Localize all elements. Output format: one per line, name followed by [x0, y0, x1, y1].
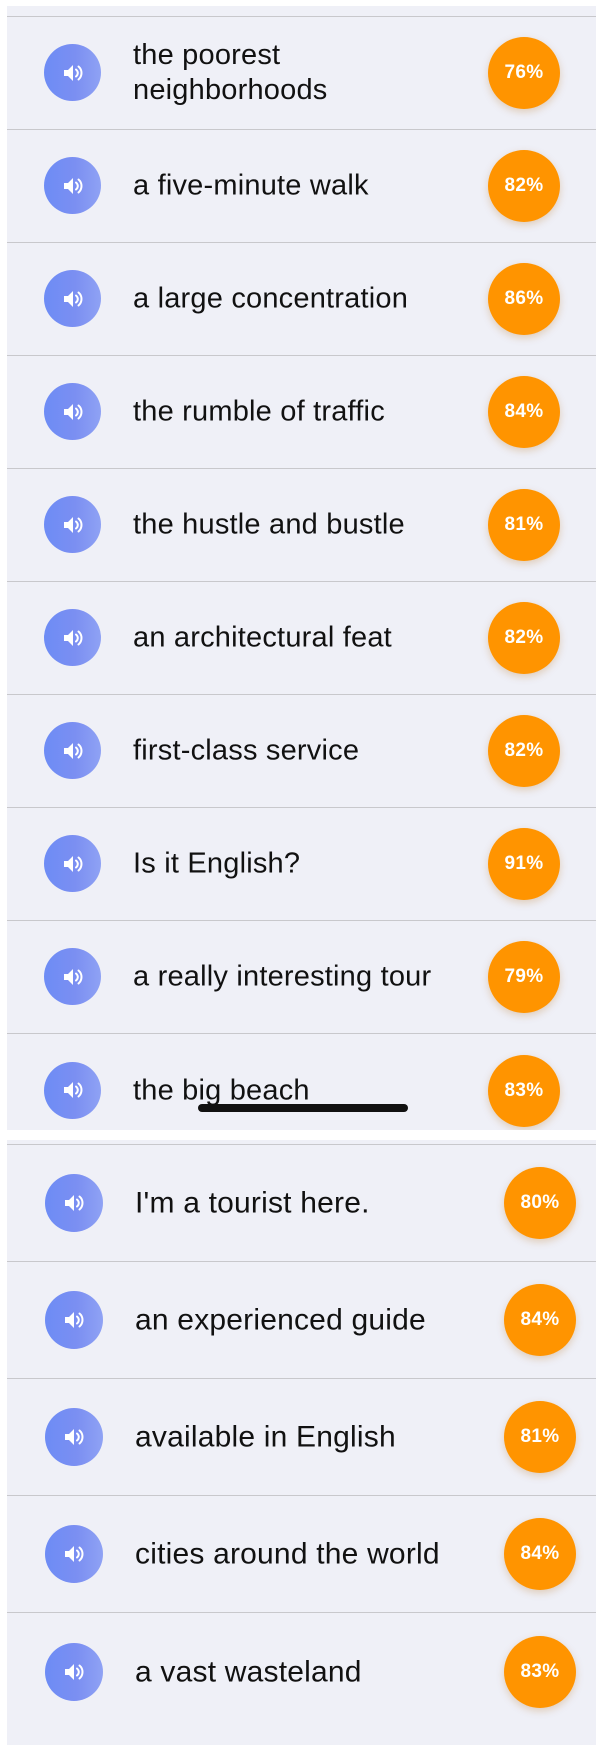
phrase-text: first-class service [133, 734, 360, 767]
play-audio-button[interactable] [45, 1174, 103, 1232]
play-audio-button[interactable] [45, 1408, 103, 1466]
score-badge: 82% [488, 602, 560, 674]
phrase-text: Is it English? [133, 847, 301, 880]
list-item[interactable]: the poorest neighborhoods 76% [7, 17, 596, 130]
speaker-volume-icon [63, 1082, 83, 1098]
speaker-volume-icon [63, 403, 83, 420]
score-badge: 76% [488, 37, 560, 109]
speaker-volume-icon [63, 290, 83, 307]
speaker-volume-icon [65, 1663, 84, 1680]
list-item[interactable]: a large concentration 86% [7, 243, 596, 356]
phrase-text: an experienced guide [135, 1303, 426, 1337]
phrase-text: a really interesting tour [133, 960, 432, 993]
speaker-volume-icon [63, 64, 83, 81]
list-item[interactable]: a really interesting tour 79% [7, 921, 596, 1034]
speaker-volume-icon [65, 1546, 84, 1562]
play-audio-button[interactable] [45, 1525, 103, 1583]
play-audio-button[interactable] [44, 157, 101, 214]
list-item[interactable]: an architectural feat 82% [7, 582, 596, 695]
speaker-volume-icon [65, 1312, 84, 1328]
score-badge: 79% [488, 941, 560, 1013]
speaker-volume-icon [63, 629, 83, 646]
list-item[interactable]: a vast wasteland 83% [7, 1613, 596, 1730]
phrase-text: a large concentration [133, 282, 409, 315]
phrase-text: cities around the world [135, 1537, 440, 1571]
list-item[interactable]: first-class service 82% [7, 695, 596, 808]
speaker-volume-icon [63, 177, 83, 194]
play-audio-button[interactable] [44, 835, 101, 892]
phrase-text: the big beach [133, 1074, 310, 1106]
speaker-volume-icon [63, 855, 83, 872]
list-item[interactable]: cities around the world 84% [7, 1496, 596, 1613]
phrase-list-top: the poorest neighborhoods 76% a five-min… [7, 6, 596, 1130]
play-audio-button[interactable] [44, 1061, 101, 1119]
score-badge: 91% [488, 828, 560, 900]
play-audio-button[interactable] [44, 270, 101, 327]
speaker-volume-icon [63, 516, 83, 533]
speaker-volume-icon [65, 1429, 84, 1445]
score-badge: 83% [488, 1054, 560, 1127]
phrase-list-bottom: I'm a tourist here. 80% an experienced g… [7, 1140, 596, 1745]
score-badge: 83% [504, 1635, 576, 1708]
list-item[interactable]: the rumble of traffic 84% [7, 356, 596, 469]
home-indicator[interactable] [198, 1104, 408, 1112]
speaker-volume-icon [65, 1195, 84, 1211]
phrase-text: an architectural feat [133, 621, 392, 654]
phrase-text: available in English [135, 1420, 396, 1454]
play-audio-button[interactable] [44, 496, 101, 553]
phrase-text: the hustle and bustle [133, 508, 405, 541]
list-item[interactable]: I'm a tourist here. 80% [7, 1145, 596, 1262]
phrase-text: I'm a tourist here. [135, 1186, 370, 1220]
list-item[interactable]: Is it English? 91% [7, 808, 596, 921]
speaker-volume-icon [63, 968, 83, 985]
play-audio-button[interactable] [44, 948, 101, 1005]
play-audio-button[interactable] [44, 383, 101, 440]
score-badge: 81% [488, 489, 560, 561]
phrase-text: a vast wasteland [135, 1655, 362, 1688]
play-audio-button[interactable] [45, 1642, 103, 1701]
phrase-text: a five-minute walk [133, 169, 369, 202]
score-badge: 81% [504, 1401, 576, 1473]
score-badge: 80% [504, 1167, 576, 1239]
score-badge: 84% [504, 1284, 576, 1356]
play-audio-button[interactable] [44, 44, 101, 101]
phrase-text: the rumble of traffic [133, 395, 385, 428]
score-badge: 82% [488, 715, 560, 787]
score-badge: 86% [488, 263, 560, 335]
score-badge: 84% [488, 376, 560, 448]
list-item[interactable]: the hustle and bustle 81% [7, 469, 596, 582]
play-audio-button[interactable] [45, 1291, 103, 1349]
phrase-text: the poorest neighborhoods [133, 39, 328, 106]
list-item[interactable]: available in English 81% [7, 1379, 596, 1496]
score-badge: 84% [504, 1518, 576, 1590]
speaker-volume-icon [63, 742, 83, 759]
list-item[interactable]: a five-minute walk 82% [7, 130, 596, 243]
list-item[interactable]: an experienced guide 84% [7, 1262, 596, 1379]
play-audio-button[interactable] [44, 722, 101, 779]
play-audio-button[interactable] [44, 609, 101, 666]
score-badge: 82% [488, 150, 560, 222]
list-item[interactable]: the big beach 83% [7, 1034, 596, 1130]
